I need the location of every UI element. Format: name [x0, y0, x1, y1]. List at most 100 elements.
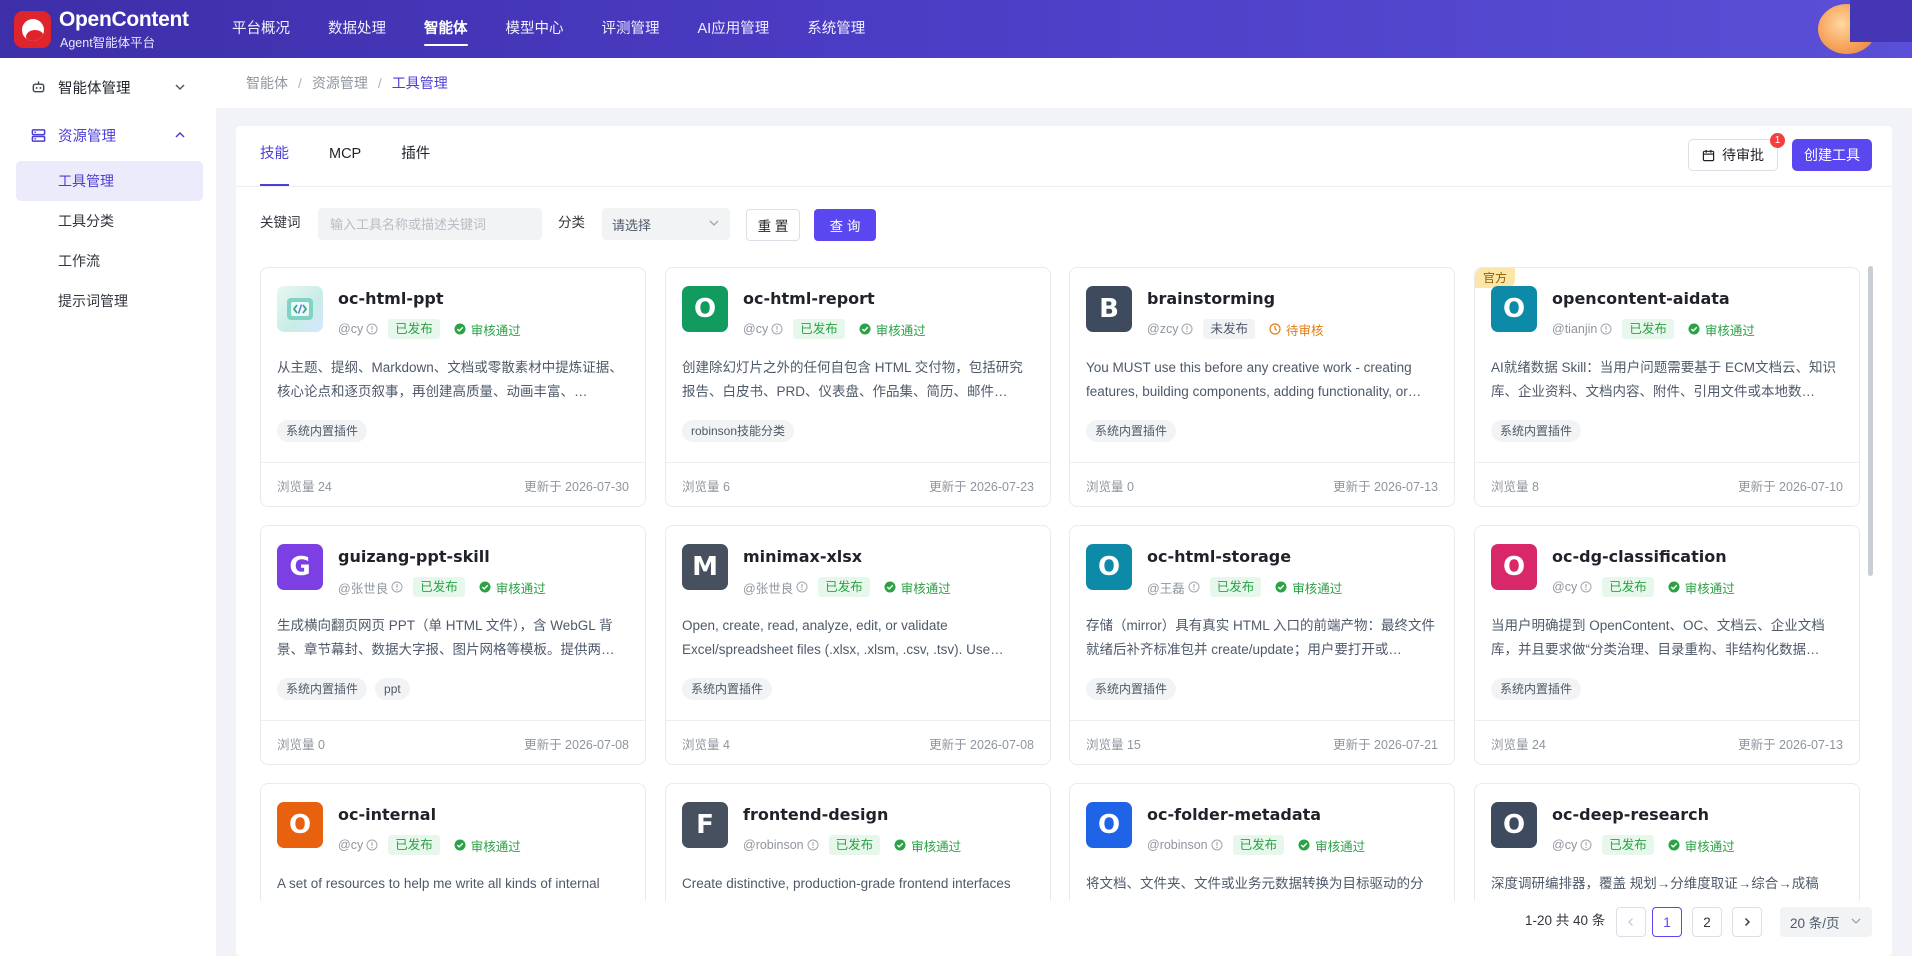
sidebar-group-agent-management[interactable]: 智能体管理	[16, 67, 204, 107]
info-icon[interactable]	[366, 323, 378, 335]
tool-description: 深度调研编排器，覆盖 规划→分维度取证→综合→成稿	[1491, 876, 1819, 891]
tool-tag: 系统内置插件	[682, 678, 773, 700]
tab-skills[interactable]: 技能	[260, 126, 289, 186]
tool-card[interactable]: Ooc-folder-metadata @robinson 已发布 审核通过 将文档、文…	[1069, 783, 1455, 901]
tool-card[interactable]: oc-html-ppt @cy 已发布 审核通过 从主题、提纲、Markdown、文档或…	[260, 267, 646, 507]
info-icon[interactable]	[391, 581, 403, 593]
tool-card[interactable]: Mminimax-xlsx @张世良 已发布 审核通过 Open, create, re…	[665, 525, 1051, 765]
tool-updated: 更新于 2026-07-21	[1333, 738, 1438, 752]
tool-card[interactable]: Ooc-html-report @cy 已发布 审核通过 创建除幻灯片之外的任何自包含 …	[665, 267, 1051, 507]
tool-title[interactable]: oc-html-report	[743, 289, 875, 308]
topnav-item-agents[interactable]: 智能体	[405, 0, 487, 58]
topnav-item-evaluation[interactable]: 评测管理	[583, 0, 679, 58]
top-nav: 平台概况 数据处理 智能体 模型中心 评测管理 AI应用管理 系统管理	[213, 0, 884, 58]
query-button[interactable]: 查 询	[814, 209, 876, 241]
card-divider	[261, 462, 645, 463]
info-icon[interactable]	[1580, 581, 1592, 593]
info-icon[interactable]	[807, 839, 819, 851]
sidebar-item-tool-category[interactable]: 工具分类	[16, 201, 203, 241]
chevron-up-icon	[170, 125, 190, 145]
topnav-item-model-center[interactable]: 模型中心	[487, 0, 583, 58]
pagination-next-button[interactable]	[1732, 907, 1762, 937]
tool-tag: 系统内置插件	[1491, 678, 1582, 700]
tool-card[interactable]: Ooc-internal @cy 已发布 审核通过 A set of resources…	[260, 783, 646, 901]
info-icon[interactable]	[1211, 839, 1223, 851]
tool-card[interactable]: Gguizang-ppt-skill @张世良 已发布 审核通过 生成横向翻页网页 PP…	[260, 525, 646, 765]
brand-subtitle: Agent智能体平台	[60, 36, 156, 50]
tool-title[interactable]: brainstorming	[1147, 289, 1275, 308]
info-icon[interactable]	[1188, 581, 1200, 593]
info-icon[interactable]	[1181, 323, 1193, 335]
pagination-page-2[interactable]: 2	[1692, 907, 1722, 937]
category-label: 分类	[558, 215, 585, 230]
tab-mcp[interactable]: MCP	[329, 126, 361, 186]
tool-card[interactable]: Ooc-deep-research @cy 已发布 审核通过 深度调研编排器，覆盖 规划…	[1474, 783, 1860, 901]
info-icon[interactable]	[1600, 323, 1612, 335]
publish-status-badge: 已发布	[793, 319, 845, 339]
sidebar-item-workflow[interactable]: 工作流	[16, 241, 203, 281]
tool-author: @zcy	[1147, 322, 1179, 336]
tool-title[interactable]: oc-folder-metadata	[1147, 805, 1321, 824]
tool-views: 浏览量 6	[682, 480, 730, 494]
brand-logo-icon[interactable]	[14, 11, 51, 48]
info-icon[interactable]	[771, 323, 783, 335]
publish-status-badge: 已发布	[388, 835, 440, 855]
topnav-item-overview[interactable]: 平台概况	[213, 0, 309, 58]
publish-status-badge: 已发布	[1232, 835, 1285, 855]
tool-card[interactable]: Ffrontend-design @robinson 已发布 审核通过 Create d…	[665, 783, 1051, 901]
pending-approval-button[interactable]: 待审批	[1688, 139, 1778, 171]
tool-title[interactable]: oc-html-storage	[1147, 547, 1291, 566]
tool-views: 浏览量 0	[277, 738, 325, 752]
card-divider	[1070, 720, 1454, 721]
breadcrumb-item[interactable]: 资源管理	[312, 73, 368, 93]
tool-title[interactable]: oc-internal	[338, 805, 436, 824]
reset-button[interactable]: 重 置	[746, 209, 800, 241]
tool-card[interactable]: Ooc-dg-classification @cy 已发布 审核通过 当用户明确提到 O…	[1474, 525, 1860, 765]
pending-count-badge: 1	[1770, 133, 1785, 148]
tool-title[interactable]: oc-dg-classification	[1552, 547, 1727, 566]
pagination-prev-button[interactable]	[1616, 907, 1646, 937]
scrollbar-thumb[interactable]	[1868, 266, 1873, 576]
tool-card[interactable]: Bbrainstorming @zcy 未发布 待审核 You MUST use thi…	[1069, 267, 1455, 507]
tool-title[interactable]: opencontent-aidata	[1552, 289, 1730, 308]
create-tool-button[interactable]: 创建工具	[1792, 139, 1872, 171]
review-status-label: 审核通过	[1684, 581, 1735, 596]
check-circle-icon	[454, 839, 466, 851]
pagination-page-1[interactable]: 1	[1652, 907, 1682, 937]
review-status: 审核通过	[1298, 836, 1365, 855]
publish-status-badge: 已发布	[413, 577, 465, 597]
tool-tag: 系统内置插件	[1086, 678, 1177, 700]
tool-meta: @cy 已发布 审核通过	[743, 319, 926, 339]
info-icon[interactable]	[796, 581, 808, 593]
review-status: 审核通过	[1275, 578, 1342, 597]
sidebar-item-tool-management[interactable]: 工具管理	[16, 161, 203, 201]
tool-views: 浏览量 24	[1491, 738, 1546, 752]
sidebar-item-prompt-management[interactable]: 提示词管理	[16, 281, 203, 321]
tool-card[interactable]: Ooc-html-storage @王磊 已发布 审核通过 存储（mirror）具有真实…	[1069, 525, 1455, 765]
tab-plugins[interactable]: 插件	[401, 126, 430, 186]
tool-title[interactable]: guizang-ppt-skill	[338, 547, 490, 566]
tool-title[interactable]: frontend-design	[743, 805, 888, 824]
tool-tag: 系统内置插件	[1491, 420, 1582, 442]
card-divider	[1070, 462, 1454, 463]
chevron-down-icon	[708, 217, 720, 232]
topnav-item-system[interactable]: 系统管理	[788, 0, 884, 58]
tool-title[interactable]: oc-html-ppt	[338, 289, 444, 308]
check-circle-icon	[479, 581, 491, 593]
breadcrumb-item[interactable]: 智能体	[246, 73, 288, 93]
tool-author: @robinson	[1147, 838, 1208, 852]
publish-status-badge: 已发布	[1602, 835, 1654, 855]
info-icon[interactable]	[1580, 839, 1592, 851]
page-size-select[interactable]: 20 条/页	[1780, 907, 1872, 937]
category-select[interactable]: 请选择	[602, 208, 730, 240]
topnav-item-ai-apps[interactable]: AI应用管理	[679, 0, 789, 58]
tool-card[interactable]: 官方 Oopencontent-aidata @tianjin 已发布 审核通过 AI就绪…	[1474, 267, 1860, 507]
sidebar-group-resource-management[interactable]: 资源管理	[16, 115, 204, 155]
tool-title[interactable]: minimax-xlsx	[743, 547, 862, 566]
keyword-search-input[interactable]	[318, 208, 542, 240]
info-icon[interactable]	[366, 839, 378, 851]
topnav-item-data-processing[interactable]: 数据处理	[309, 0, 405, 58]
tool-tags: 系统内置插件	[1491, 420, 1589, 442]
tool-title[interactable]: oc-deep-research	[1552, 805, 1709, 824]
tool-description: Create distinctive, production-grade fro…	[682, 876, 1011, 891]
